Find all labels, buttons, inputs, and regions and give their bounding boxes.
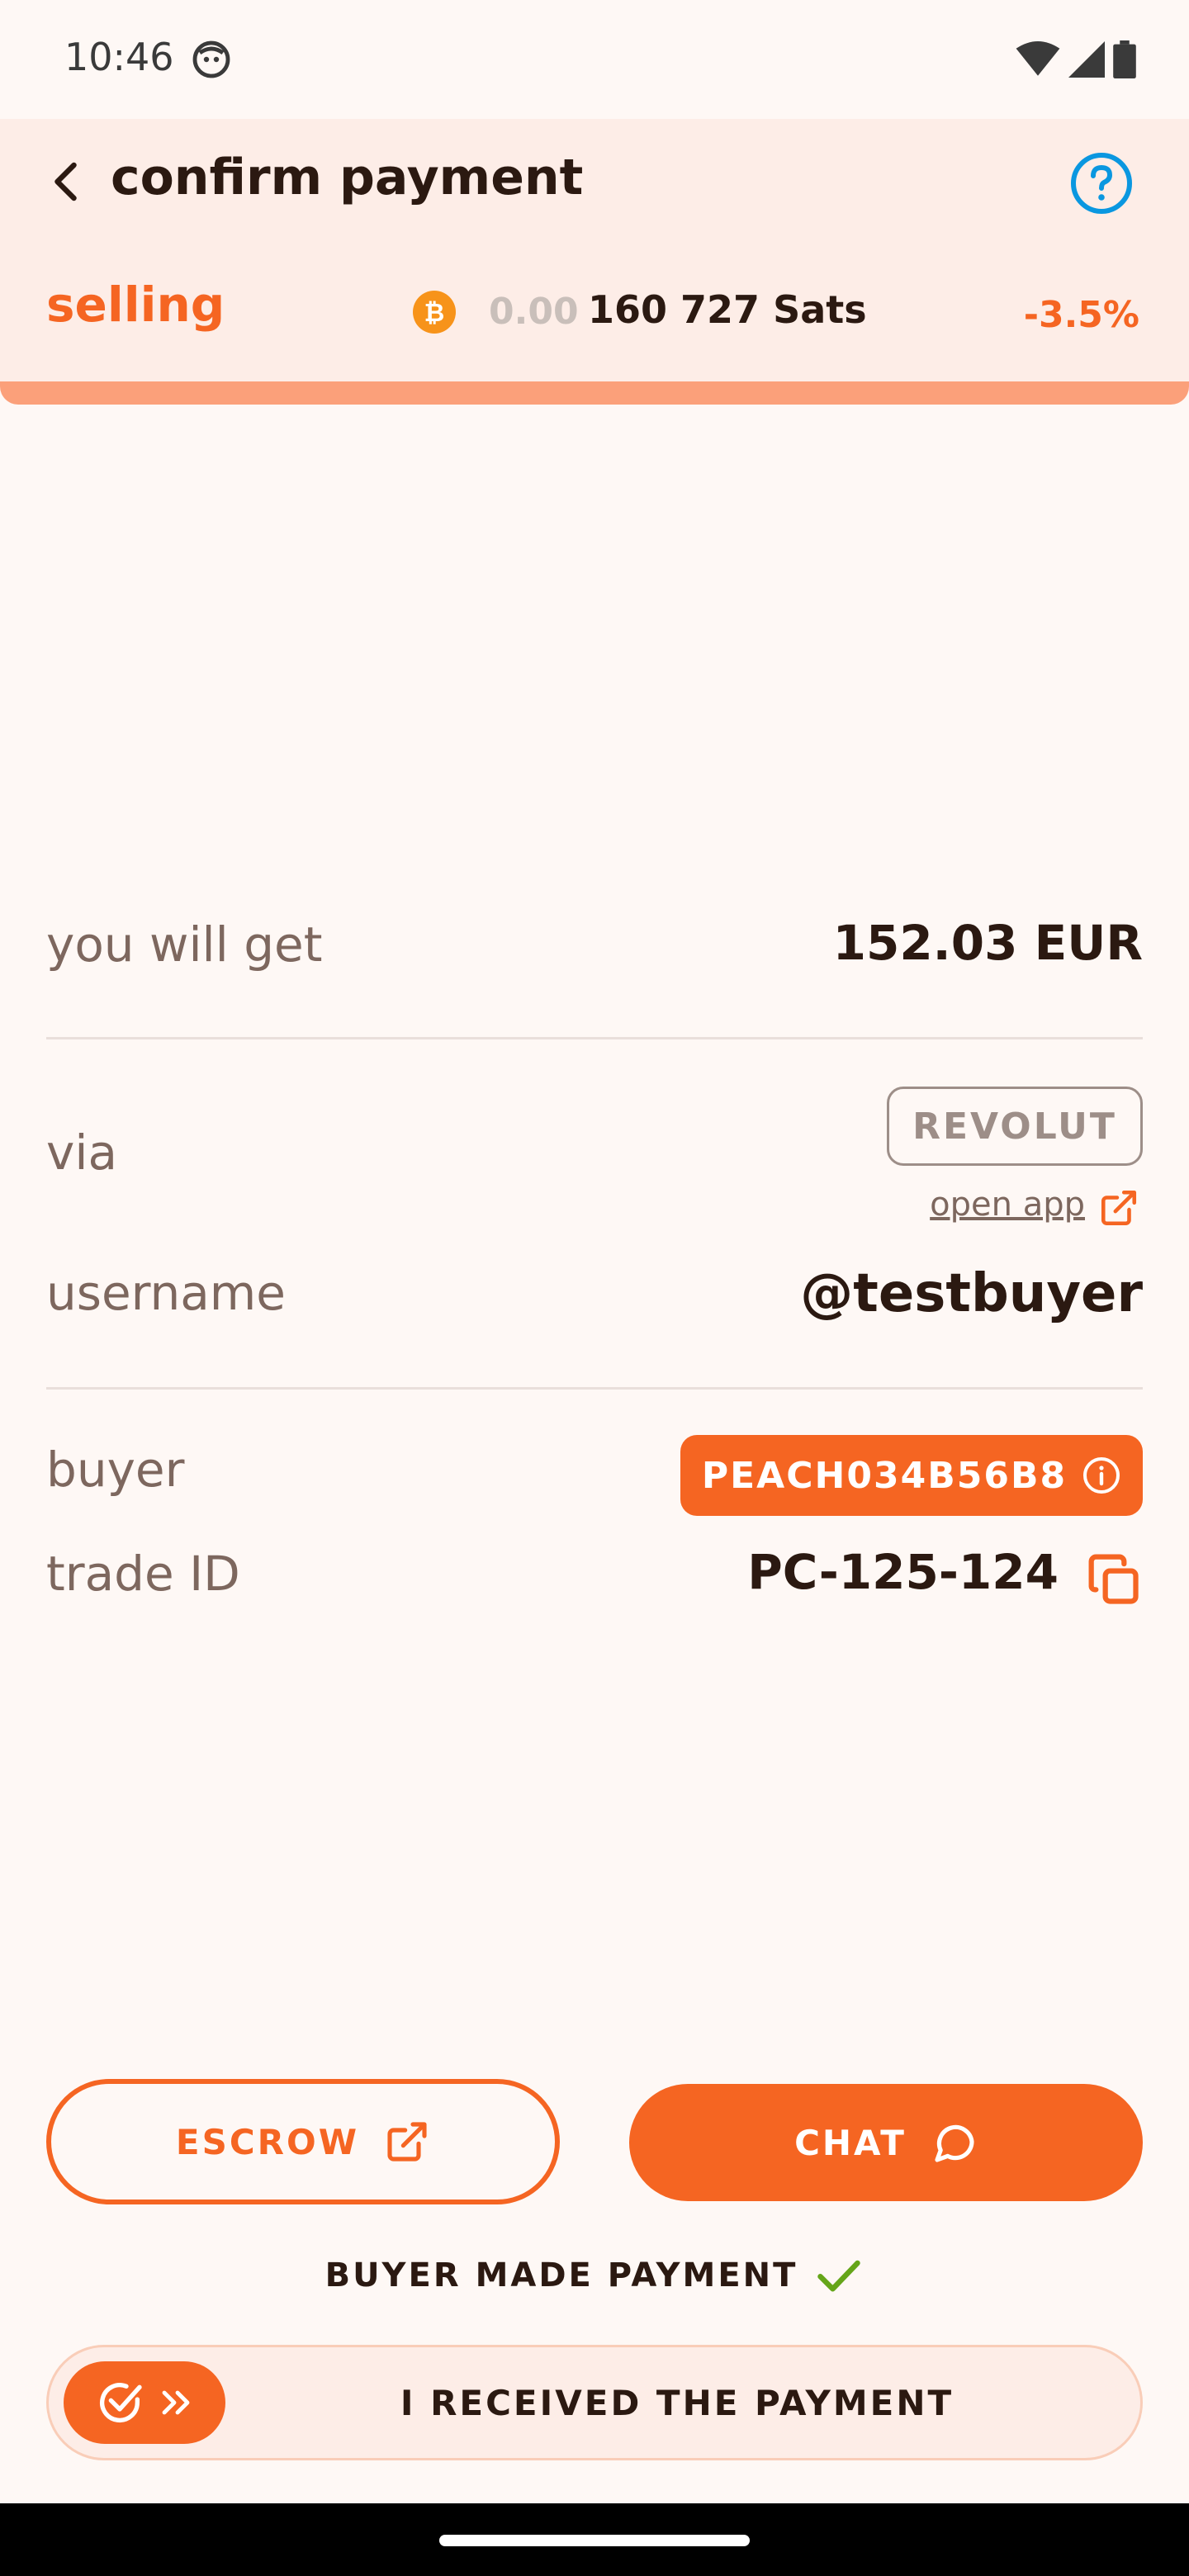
home-gesture-pill[interactable] [439,2535,750,2546]
payment-method-chip: REVOLUT [887,1087,1143,1166]
signal-icon [1068,41,1105,78]
premium-percentage: -3.5% [1023,294,1139,336]
check-icon [817,2260,861,2292]
username-label: username [46,1265,286,1321]
svg-text:₿: ₿ [424,299,445,328]
copy-icon[interactable] [1087,1552,1143,1608]
username-value: @testbuyer [800,1263,1143,1324]
slider-label: I RECEIVED THE PAYMENT [400,2382,955,2423]
amount-label: you will get [46,916,323,973]
status-bar: 10:46 [0,0,1189,119]
help-icon[interactable] [1068,150,1135,216]
page-title: confirm payment [111,149,584,206]
confirm-payment-slider[interactable]: I RECEIVED THE PAYMENT [46,2345,1143,2460]
chat-label: CHAT [794,2122,907,2163]
double-chevron-right-icon [162,2390,190,2415]
status-time: 10:46 [64,35,174,79]
escrow-label: ESCROW [175,2121,360,2162]
divider [46,1387,1143,1390]
info-icon [1083,1457,1120,1494]
sats-leading-zeros: 0.00 [489,291,579,333]
via-label: via [46,1125,117,1181]
app-notification-icon [192,40,230,78]
chat-bubble-icon [935,2124,974,2162]
buyer-label: buyer [46,1442,185,1498]
buyer-id: PEACH034B56B8 [701,1454,1068,1497]
buyer-id-chip[interactable]: PEACH034B56B8 [680,1435,1143,1516]
header-accent-bar [0,381,1189,405]
bitcoin-icon: ₿ [413,291,456,334]
slider-handle[interactable] [64,2361,225,2444]
sats-amount: 160 727 Sats [588,287,867,332]
divider [46,1037,1143,1039]
battery-icon [1113,40,1136,78]
amount-value: 152.03 EUR [832,915,1143,971]
payment-status-text: BUYER MADE PAYMENT [324,2256,798,2294]
trade-id-label: trade ID [46,1546,240,1602]
external-link-icon [387,2122,427,2162]
chat-button[interactable]: CHAT [629,2084,1143,2201]
back-arrow-icon[interactable] [43,157,92,206]
check-circle-icon [100,2383,142,2423]
status-icons [1016,40,1136,79]
escrow-button[interactable]: ESCROW [46,2079,560,2204]
open-app-link[interactable]: open app [930,1186,1085,1224]
wifi-icon [1016,41,1060,76]
payment-status: BUYER MADE PAYMENT [0,2251,1189,2300]
external-link-icon[interactable] [1098,1187,1139,1229]
trade-id-value: PC-125-124 [747,1544,1059,1600]
trade-mode-label: selling [46,277,225,333]
